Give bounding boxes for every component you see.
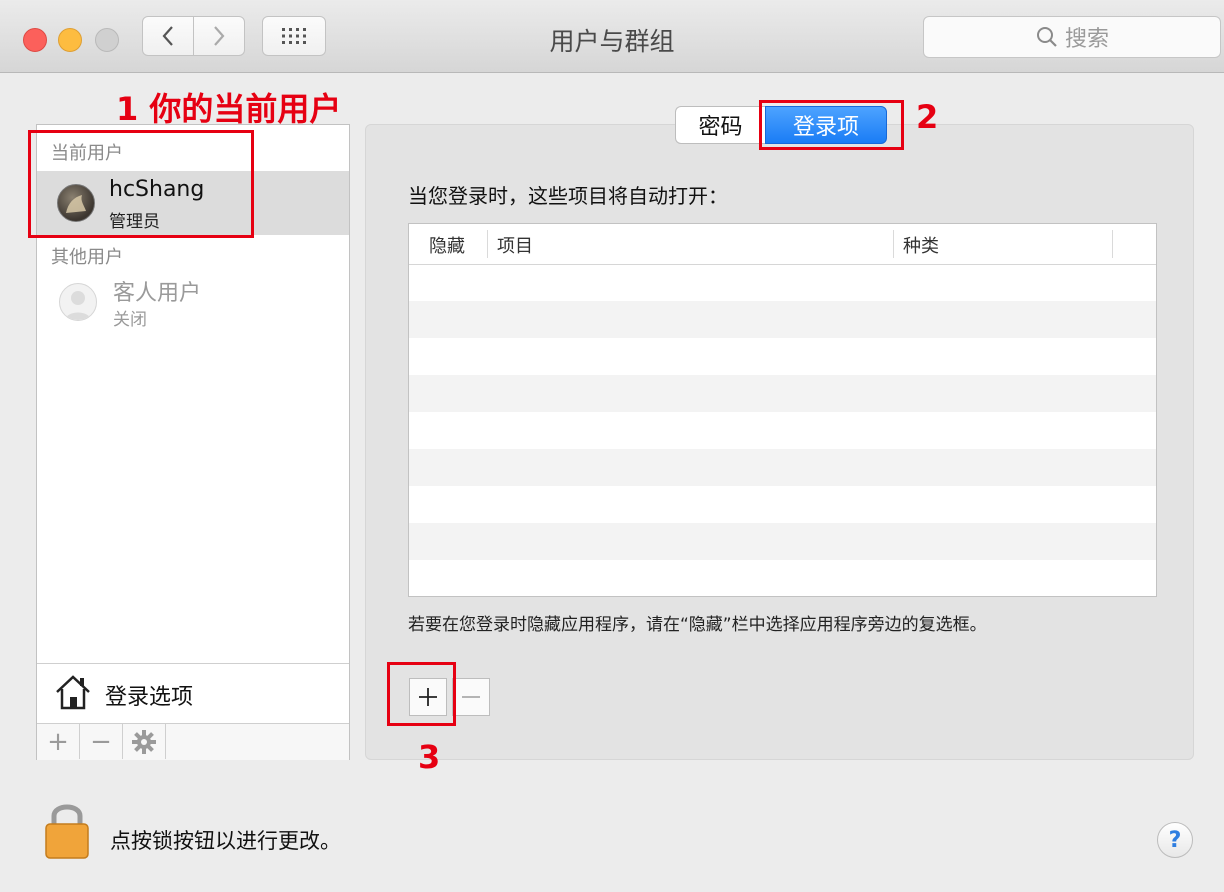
sidebar-button-bar: + − <box>37 723 349 760</box>
remove-user-button[interactable]: − <box>80 724 123 759</box>
gear-icon <box>132 729 156 754</box>
house-icon <box>56 675 90 710</box>
sidebar-item-login-options[interactable]: 登录选项 <box>37 663 349 724</box>
table-row-stripe <box>409 449 1156 486</box>
annotation-box-add-button <box>387 662 456 726</box>
search-icon <box>1036 27 1057 47</box>
annotation-box-login-tab <box>759 100 904 150</box>
login-options-label: 登录选项 <box>105 685 194 710</box>
minus-icon <box>462 696 480 698</box>
title-bar: 用户与群组 搜索 <box>0 0 1224 73</box>
lock-icon <box>45 804 89 859</box>
column-divider <box>893 230 894 258</box>
login-items-table[interactable]: 隐藏 项目 种类 <box>408 223 1157 597</box>
guest-user-name: 客人用户 <box>113 281 202 306</box>
lock-button[interactable] <box>44 800 90 862</box>
table-header: 隐藏 项目 种类 <box>409 224 1156 265</box>
add-user-button[interactable]: + <box>37 724 80 759</box>
table-row-stripe <box>409 523 1156 560</box>
login-items-heading: 当您登录时，这些项目将自动打开： <box>408 184 728 208</box>
person-icon <box>65 291 91 320</box>
help-button[interactable]: ? <box>1157 822 1193 858</box>
column-header-item[interactable]: 项目 <box>497 232 533 258</box>
annotation-label-2: 2 <box>916 98 939 136</box>
guest-user-status: 关闭 <box>113 310 147 330</box>
annotation-box-current-user <box>28 130 254 238</box>
column-header-kind[interactable]: 种类 <box>903 232 939 258</box>
hide-hint-text: 若要在您登录时隐藏应用程序，请在“隐藏”栏中选择应用程序旁边的复选框。 <box>408 615 987 635</box>
tab-password[interactable]: 密码 <box>675 106 765 144</box>
remove-login-item-button[interactable] <box>452 678 490 716</box>
table-row-stripe <box>409 301 1156 338</box>
column-divider <box>487 230 488 258</box>
action-menu-button[interactable] <box>123 724 166 759</box>
column-header-hide[interactable]: 隐藏 <box>429 232 465 258</box>
annotation-label-3: 3 <box>418 738 441 776</box>
lock-hint-text: 点按锁按钮以进行更改。 <box>110 829 341 853</box>
column-divider <box>1112 230 1113 258</box>
sidebar-item-guest-user[interactable]: 客人用户 关闭 <box>37 271 349 335</box>
guest-avatar <box>59 283 97 321</box>
search-placeholder: 搜索 <box>1064 27 1109 52</box>
other-users-label: 其他用户 <box>51 247 123 268</box>
table-row-stripe <box>409 375 1156 412</box>
search-field[interactable]: 搜索 <box>923 16 1221 58</box>
